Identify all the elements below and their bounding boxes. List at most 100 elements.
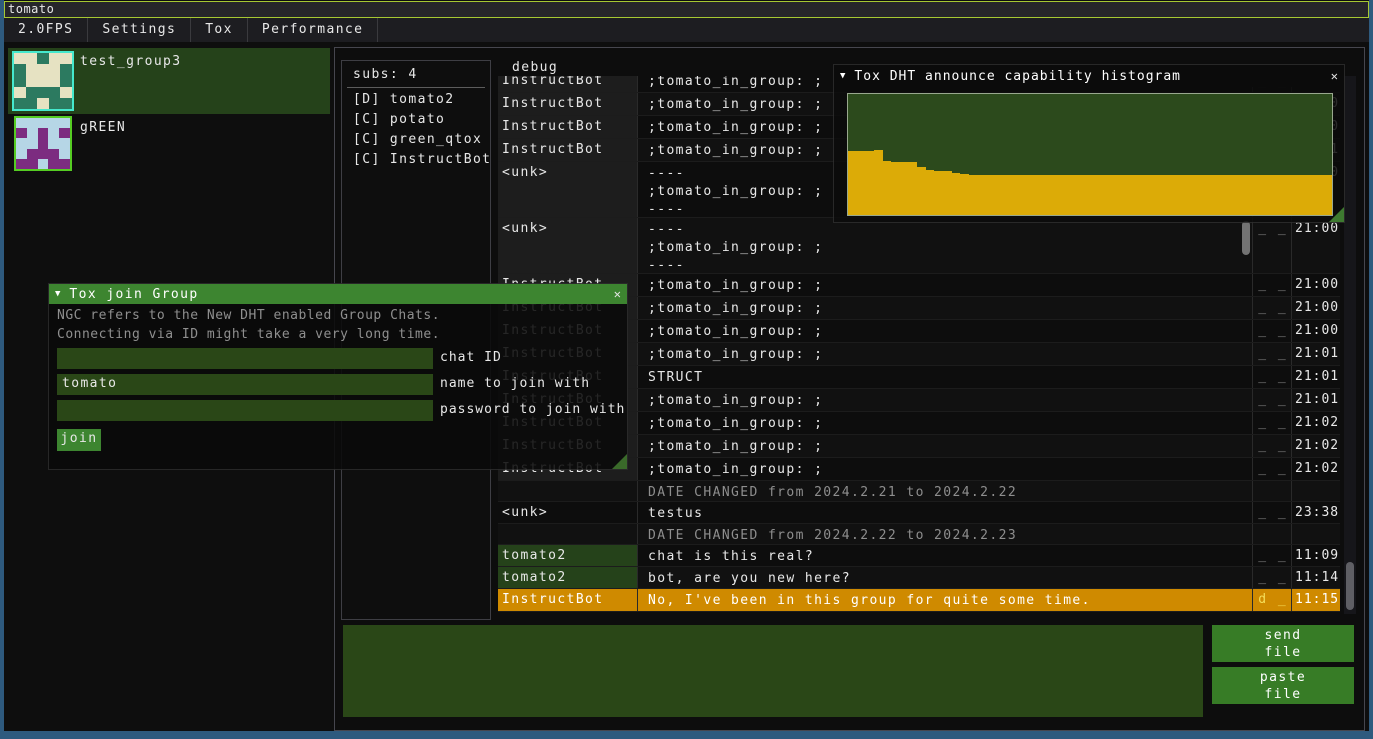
chat-message-row[interactable]: tomato2bot, are you new here?_ _11:14 (498, 567, 1340, 589)
histogram-bar (969, 175, 978, 215)
window-title: tomato (8, 2, 54, 16)
tab-debug[interactable]: debug (512, 60, 558, 75)
message-status-indicator: _ _ (1253, 567, 1292, 588)
avatar-pixel (37, 98, 49, 109)
histogram-window-title-bar[interactable]: ▼ Tox DHT announce capability histogram … (834, 65, 1344, 87)
avatar-pixel (16, 159, 27, 169)
chat-scrollbar-grab[interactable] (1346, 562, 1354, 610)
avatar-pixel (59, 149, 70, 159)
avatar-pixel (60, 98, 72, 109)
avatar-pixel (60, 64, 72, 75)
resize-grip[interactable] (612, 454, 627, 469)
message-status-indicator: _ _ (1253, 274, 1292, 296)
avatar-pixel (49, 53, 61, 64)
paste-file-button[interactable]: paste file (1212, 667, 1354, 704)
join-password-input[interactable] (57, 400, 433, 421)
histogram-bar (1245, 175, 1254, 215)
window-frame-bottom (0, 731, 1373, 739)
close-icon[interactable]: ✕ (614, 287, 621, 301)
avatar-pixel (48, 159, 59, 169)
avatar-pixel (26, 98, 38, 109)
message-text: ;tomato_in_group: ; (638, 274, 1253, 296)
join-name-input[interactable]: tomato (57, 374, 433, 395)
date-separator-row[interactable]: DATE CHANGED from 2024.2.21 to 2024.2.22 (498, 481, 1340, 502)
collapse-triangle-icon[interactable]: ▼ (55, 289, 60, 299)
histogram-bar (1004, 175, 1013, 215)
subs-member[interactable]: [C] green_qtox (342, 128, 490, 148)
avatar-pixel (27, 118, 38, 128)
collapse-triangle-icon[interactable]: ▼ (840, 71, 845, 81)
avatar-pixel (37, 87, 49, 98)
avatar-pixel (27, 128, 38, 138)
chat-message-row[interactable]: <unk>testus_ _23:38 (498, 502, 1340, 524)
message-timestamp: 21:02 (1292, 458, 1340, 480)
histogram-bar (1038, 175, 1047, 215)
join-window-title-bar[interactable]: ▼ Tox join Group ✕ (49, 284, 627, 304)
histogram-bar (1176, 175, 1185, 215)
histogram-bar (1289, 175, 1298, 215)
histogram-bar (1012, 175, 1021, 215)
avatar-pixel (60, 53, 72, 64)
avatar-pixel (26, 75, 38, 86)
histogram-bar (1055, 175, 1064, 215)
group-list-item-gREEN[interactable]: gREEN (8, 114, 330, 172)
message-status-indicator: _ _ (1253, 218, 1292, 273)
histogram-bar (1029, 175, 1038, 215)
histogram-bar (1280, 175, 1289, 215)
message-text: testus (638, 502, 1253, 523)
menu-item-performance[interactable]: Performance (248, 18, 379, 42)
message-composer-input[interactable] (343, 625, 1203, 717)
sender-name: InstructBot (498, 139, 638, 161)
avatar-pixel (16, 138, 27, 148)
chat-message-row[interactable]: InstructBotNo, I've been in this group f… (498, 589, 1340, 612)
avatar-pixel (48, 128, 59, 138)
group-name: gREEN (80, 120, 126, 135)
histogram-bar (1125, 175, 1134, 215)
group-list-item-test_group3[interactable]: test_group3 (8, 48, 330, 114)
send-file-button[interactable]: send file (1212, 625, 1354, 662)
avatar-pixel (14, 75, 26, 86)
message-status-indicator: _ _ (1253, 412, 1292, 434)
subs-count-label: subs: 4 (342, 61, 490, 82)
chat-message-row[interactable]: <unk>---- ;tomato_in_group: ; ----_ _21:… (498, 218, 1340, 274)
join-hint-line: NGC refers to the New DHT enabled Group … (49, 304, 627, 323)
avatar-pixel (26, 87, 38, 98)
dht-histogram-window: ▼ Tox DHT announce capability histogram … (833, 64, 1345, 223)
subs-member[interactable]: [C] InstructBot (342, 148, 490, 168)
avatar-pixel (48, 138, 59, 148)
menu-item-tox[interactable]: Tox (191, 18, 248, 42)
histogram-bar (865, 151, 874, 215)
os-title-bar[interactable]: tomato (4, 1, 1369, 18)
subs-member[interactable]: [C] potato (342, 108, 490, 128)
histogram-bar (1202, 175, 1211, 215)
avatar-pixel (48, 118, 59, 128)
histogram-bar (1142, 175, 1151, 215)
histogram-bar (1133, 175, 1142, 215)
menu-item-settings[interactable]: Settings (88, 18, 191, 42)
avatar-pixel (38, 118, 49, 128)
message-timestamp: 23:38 (1292, 502, 1340, 523)
chat-id-input[interactable] (57, 348, 433, 369)
message-text: ---- ;tomato_in_group: ; ---- (638, 218, 1253, 273)
histogram-bar (978, 175, 987, 215)
message-text: ;tomato_in_group: ; (638, 320, 1253, 342)
message-timestamp: 21:01 (1292, 343, 1340, 365)
date-separator-row[interactable]: DATE CHANGED from 2024.2.22 to 2024.2.23 (498, 524, 1340, 545)
resize-grip[interactable] (1329, 207, 1344, 222)
avatar-pixel (16, 128, 27, 138)
message-cell-scrollbar[interactable] (1242, 221, 1250, 255)
message-text: ;tomato_in_group: ; (638, 458, 1253, 480)
join-button[interactable]: join (57, 429, 101, 451)
message-text: No, I've been in this group for quite so… (638, 589, 1253, 611)
join-name-label: name to join with (433, 374, 590, 395)
close-icon[interactable]: ✕ (1331, 69, 1338, 83)
histogram-bar (848, 151, 857, 215)
fps-counter: 2.0FPS (4, 18, 88, 42)
message-status-indicator: _ _ (1253, 502, 1292, 523)
chat-message-row[interactable]: tomato2chat is this real?_ _11:09 (498, 545, 1340, 567)
chat-scrollbar[interactable] (1344, 76, 1356, 614)
date-changed-text: DATE CHANGED from 2024.2.21 to 2024.2.22 (638, 481, 1253, 501)
histogram-bar (1099, 175, 1108, 215)
subs-member[interactable]: [D] tomato2 (342, 88, 490, 108)
message-status-indicator: _ _ (1253, 458, 1292, 480)
